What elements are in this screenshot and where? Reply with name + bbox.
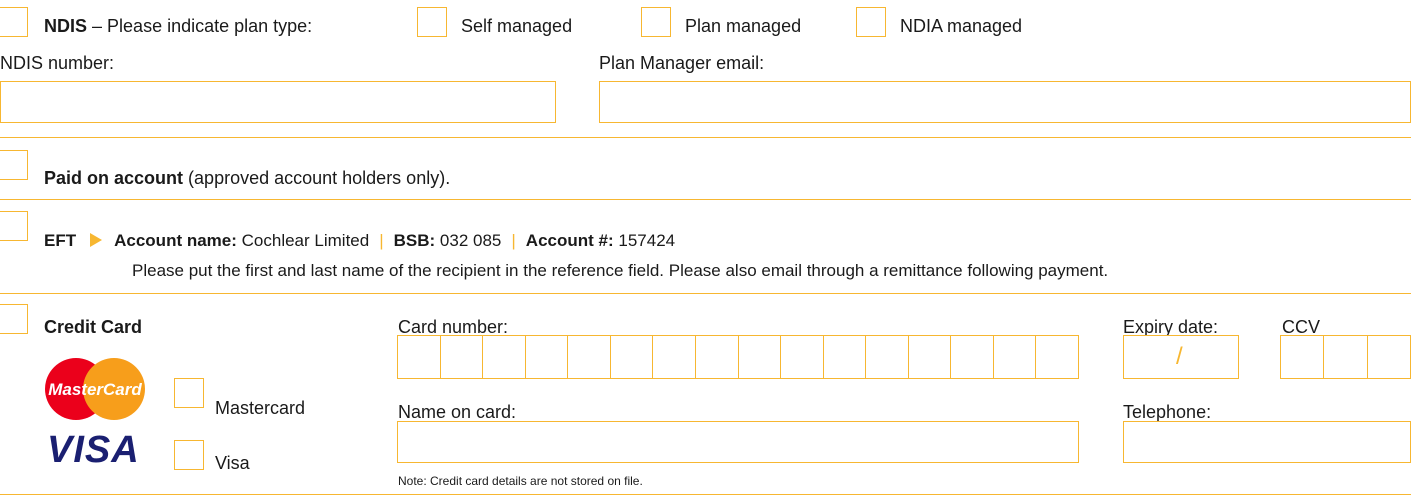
ccv-digit-cell[interactable]	[1281, 336, 1325, 378]
card-digit-cell[interactable]	[1036, 336, 1078, 378]
visa-checkbox[interactable]	[174, 440, 204, 470]
divider	[0, 199, 1411, 200]
credit-card-checkbox[interactable]	[0, 304, 28, 334]
name-on-card-field[interactable]	[397, 421, 1079, 463]
card-number-field[interactable]	[397, 335, 1079, 379]
card-digit-cell[interactable]	[909, 336, 952, 378]
credit-card-label: Credit Card	[44, 317, 143, 337]
mastercard-checkbox[interactable]	[174, 378, 204, 408]
card-digit-cell[interactable]	[653, 336, 696, 378]
paid-on-account-label: Paid on account (approved account holder…	[44, 168, 451, 188]
mastercard-label: Mastercard	[215, 398, 306, 418]
card-digit-cell[interactable]	[441, 336, 484, 378]
mastercard-logo-text: MasterCard	[48, 380, 142, 399]
telephone-field[interactable]	[1123, 421, 1411, 463]
plan-manager-email-field[interactable]	[599, 81, 1411, 123]
separator: |	[511, 231, 516, 250]
card-digit-cell[interactable]	[696, 336, 739, 378]
ccv-digit-cell[interactable]	[1324, 336, 1368, 378]
mastercard-logo: MasterCard	[45, 358, 145, 420]
telephone-label: Telephone:	[1123, 402, 1212, 422]
card-storage-note: Note: Credit card details are not stored…	[398, 474, 643, 488]
separator: |	[379, 231, 384, 250]
card-digit-cell[interactable]	[398, 336, 441, 378]
plan-managed-label: Plan managed	[685, 16, 802, 36]
visa-logo: VISA	[47, 429, 140, 471]
ndis-checkbox[interactable]	[0, 7, 28, 37]
paid-on-account-checkbox[interactable]	[0, 150, 28, 180]
eft-note: Please put the first and last name of th…	[132, 261, 1109, 280]
card-digit-cell[interactable]	[526, 336, 569, 378]
arrow-right-icon	[90, 232, 103, 247]
name-on-card-label: Name on card:	[398, 402, 517, 422]
eft-details: EFT Account name: Cochlear Limited | BSB: 0…	[44, 231, 676, 250]
plan-managed-checkbox[interactable]	[641, 7, 671, 37]
eft-checkbox[interactable]	[0, 211, 28, 241]
card-digit-cell[interactable]	[824, 336, 867, 378]
plan-manager-email-label: Plan Manager email:	[599, 53, 765, 73]
divider	[0, 494, 1411, 495]
card-digit-cell[interactable]	[866, 336, 909, 378]
card-digit-cell[interactable]	[994, 336, 1037, 378]
divider	[0, 293, 1411, 294]
eft-label: EFT	[44, 231, 77, 250]
card-digit-cell[interactable]	[483, 336, 526, 378]
ccv-digit-cell[interactable]	[1368, 336, 1410, 378]
card-digit-cell[interactable]	[568, 336, 611, 378]
ndis-number-label: NDIS number:	[0, 53, 115, 73]
ndia-managed-label: NDIA managed	[900, 16, 1023, 36]
card-digit-cell[interactable]	[781, 336, 824, 378]
ndis-number-field[interactable]	[0, 81, 556, 123]
self-managed-label: Self managed	[461, 16, 573, 36]
ndis-label: NDIS – Please indicate plan type:	[44, 16, 313, 36]
card-digit-cell[interactable]	[739, 336, 782, 378]
expiry-separator: /	[1176, 343, 1183, 370]
ndia-managed-checkbox[interactable]	[856, 7, 886, 37]
self-managed-checkbox[interactable]	[417, 7, 447, 37]
card-digit-cell[interactable]	[611, 336, 654, 378]
divider	[0, 137, 1411, 138]
visa-label: Visa	[215, 453, 250, 473]
ccv-field[interactable]	[1280, 335, 1411, 379]
expiry-date-field[interactable]: /	[1123, 335, 1239, 379]
card-digit-cell[interactable]	[951, 336, 994, 378]
